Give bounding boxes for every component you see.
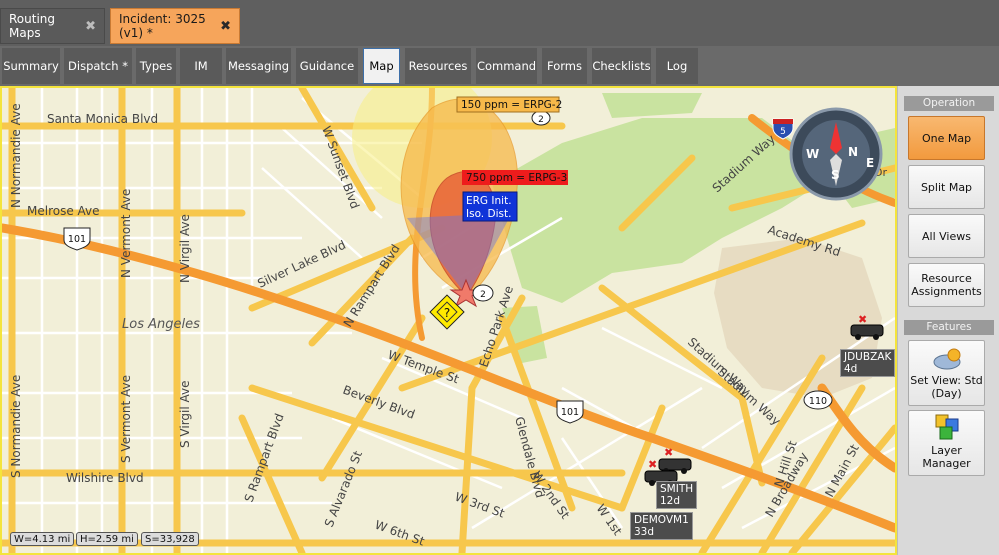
svg-text:ERG Init.: ERG Init. xyxy=(466,195,512,207)
compass-icon[interactable]: N S E W xyxy=(789,107,883,201)
close-icon[interactable]: ✖ xyxy=(85,19,96,34)
tab-summary[interactable]: Summary xyxy=(2,48,60,84)
tab-forms[interactable]: Forms xyxy=(542,48,587,84)
compass-n: N xyxy=(848,145,858,159)
map-canvas[interactable]: ? Santa Monica Blvd Melrose Ave W Sunset… xyxy=(2,88,895,553)
tab-resources[interactable]: Resources xyxy=(405,48,471,84)
street-label: N Virgil Ave xyxy=(178,214,192,283)
svg-text:750 ppm = ERPG-3: 750 ppm = ERPG-3 xyxy=(466,172,567,184)
street-label: Silver Lake Blvd xyxy=(255,238,348,291)
tab-command[interactable]: Command xyxy=(476,48,537,84)
svg-text:✖: ✖ xyxy=(664,446,673,459)
document-tab-bar: Routing Maps ✖ Incident: 3025 (v1) * ✖ xyxy=(0,0,999,46)
unit-name: SMITH xyxy=(660,483,694,495)
street-label: N Vermont Ave xyxy=(119,189,133,278)
button-label-line1: Layer xyxy=(931,444,962,457)
all-views-button[interactable]: All Views xyxy=(908,214,985,258)
incident-nav-bar: Summary Dispatch * Types IM Messaging Gu… xyxy=(0,46,999,86)
erg-isolation-label: ERG Init. Iso. Dist. xyxy=(462,191,518,222)
svg-text:101: 101 xyxy=(561,407,579,418)
set-view-icon xyxy=(933,348,960,370)
street-label: S Alvarado St xyxy=(322,449,365,529)
unit-label[interactable]: JDUBZAK 4d xyxy=(840,349,895,377)
svg-text:5: 5 xyxy=(780,127,786,137)
operation-header: Operation xyxy=(904,96,994,111)
unit-age: 4d xyxy=(844,363,858,375)
svg-text:2: 2 xyxy=(480,290,486,300)
unit-age: 33d xyxy=(634,526,655,538)
button-label-line1: Set View: Std xyxy=(910,374,983,387)
tab-im[interactable]: IM xyxy=(180,48,222,84)
svg-text:110: 110 xyxy=(809,396,827,407)
svg-text:✖: ✖ xyxy=(648,458,657,471)
street-label: S Virgil Ave xyxy=(178,380,192,448)
unit-age: 12d xyxy=(660,495,681,507)
button-label-line2: Assignments xyxy=(911,285,982,298)
unit-name: JDUBZAK xyxy=(844,351,892,363)
tab-routing-maps[interactable]: Routing Maps ✖ xyxy=(0,8,105,44)
one-map-button[interactable]: One Map xyxy=(908,116,985,160)
tab-guidance[interactable]: Guidance xyxy=(296,48,358,84)
button-label-line2: (Day) xyxy=(931,387,962,400)
button-label-line1: Resource xyxy=(921,272,972,285)
split-map-button[interactable]: Split Map xyxy=(908,165,985,209)
map-width-readout: W=4.13 mi xyxy=(10,532,75,546)
highway-shield-2-a: 2 xyxy=(531,110,551,126)
close-icon[interactable]: ✖ xyxy=(220,19,231,34)
unit-name: DEMOVM1 xyxy=(634,514,689,526)
svg-text:Iso. Dist.: Iso. Dist. xyxy=(466,208,511,220)
tab-dispatch[interactable]: Dispatch * xyxy=(64,48,132,84)
tab-checklists[interactable]: Checklists xyxy=(592,48,651,84)
highway-shield-110: 110 xyxy=(803,390,833,410)
street-label: N Normandie Ave xyxy=(9,103,23,208)
svg-text:101: 101 xyxy=(68,234,86,245)
svg-text:✖: ✖ xyxy=(858,313,867,326)
button-label-line2: Manager xyxy=(922,457,971,470)
features-header: Features xyxy=(904,320,994,335)
compass-s: S xyxy=(831,168,840,182)
tab-map[interactable]: Map xyxy=(363,48,400,84)
tab-label: Routing Maps xyxy=(9,12,56,40)
street-label: Santa Monica Blvd xyxy=(47,112,158,126)
layer-manager-icon xyxy=(935,414,958,440)
unit-label[interactable]: SMITH 12d xyxy=(656,481,698,509)
street-label: S Vermont Ave xyxy=(119,375,133,463)
highway-shield-101-b: 101 xyxy=(556,400,584,424)
tab-messaging[interactable]: Messaging xyxy=(226,48,291,84)
svg-text:150 ppm = ERPG-2: 150 ppm = ERPG-2 xyxy=(461,99,562,111)
erpg2-label: 150 ppm = ERPG-2 xyxy=(456,96,562,113)
tab-label: Incident: 3025 (v1) * xyxy=(119,12,206,40)
hazard-symbol: ? xyxy=(444,306,450,320)
highway-shield-2-b: 2 xyxy=(472,284,494,302)
map-height-readout: H=2.59 mi xyxy=(76,532,138,546)
layer-manager-button[interactable]: Layer Manager xyxy=(908,410,985,476)
street-label: Wilshire Blvd xyxy=(66,471,144,485)
compass-e: E xyxy=(866,156,874,170)
resource-assignments-button[interactable]: Resource Assignments xyxy=(908,263,985,307)
map-side-panel: Operation One Map Split Map All Views Re… xyxy=(897,86,999,555)
unit-label[interactable]: DEMOVM1 33d xyxy=(630,512,693,540)
map-view[interactable]: ? Santa Monica Blvd Melrose Ave W Sunset… xyxy=(0,86,897,555)
map-scale-readout: S=33,928 xyxy=(141,532,199,546)
city-label: Los Angeles xyxy=(122,317,200,332)
tab-types[interactable]: Types xyxy=(136,48,176,84)
erpg3-label: 750 ppm = ERPG-3 xyxy=(462,170,568,185)
street-label: S Normandie Ave xyxy=(9,375,23,478)
street-label: Melrose Ave xyxy=(27,204,100,218)
compass-w: W xyxy=(806,147,819,161)
svg-text:2: 2 xyxy=(538,115,544,125)
tab-log[interactable]: Log xyxy=(656,48,698,84)
park-area-n xyxy=(602,93,702,118)
tab-incident[interactable]: Incident: 3025 (v1) * ✖ xyxy=(110,8,240,44)
set-view-button[interactable]: Set View: Std (Day) xyxy=(908,340,985,406)
